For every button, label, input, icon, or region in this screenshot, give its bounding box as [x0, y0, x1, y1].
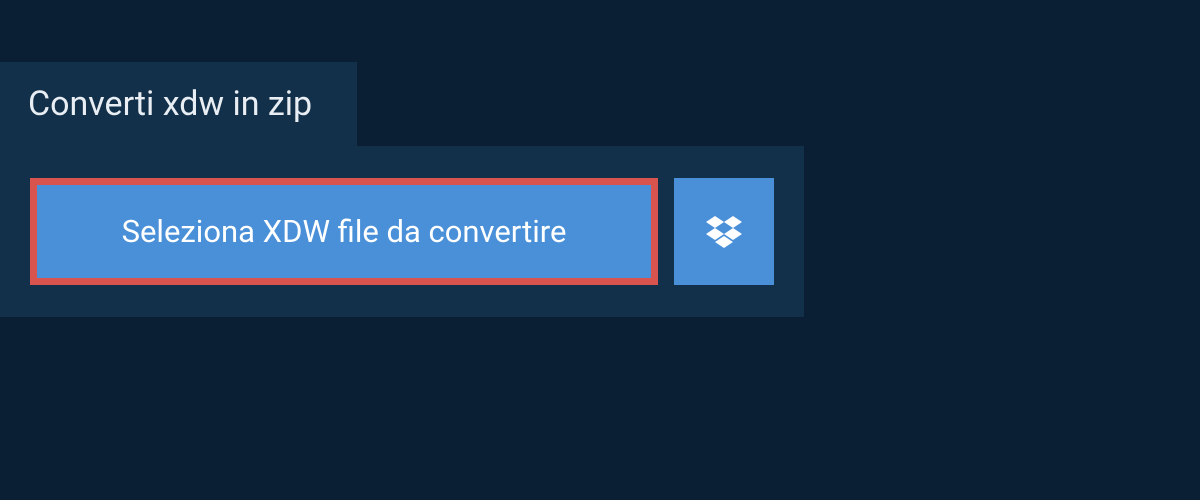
tab-label: Converti xdw in zip	[28, 84, 312, 124]
tab-convert[interactable]: Converti xdw in zip	[0, 62, 357, 146]
dropbox-icon	[706, 216, 742, 248]
select-file-label: Seleziona XDW file da convertire	[122, 213, 567, 250]
select-file-button[interactable]: Seleziona XDW file da convertire	[30, 178, 658, 285]
upload-panel: Seleziona XDW file da convertire	[0, 146, 804, 317]
dropbox-button[interactable]	[674, 178, 774, 285]
tab-bar: Converti xdw in zip	[0, 0, 1200, 146]
